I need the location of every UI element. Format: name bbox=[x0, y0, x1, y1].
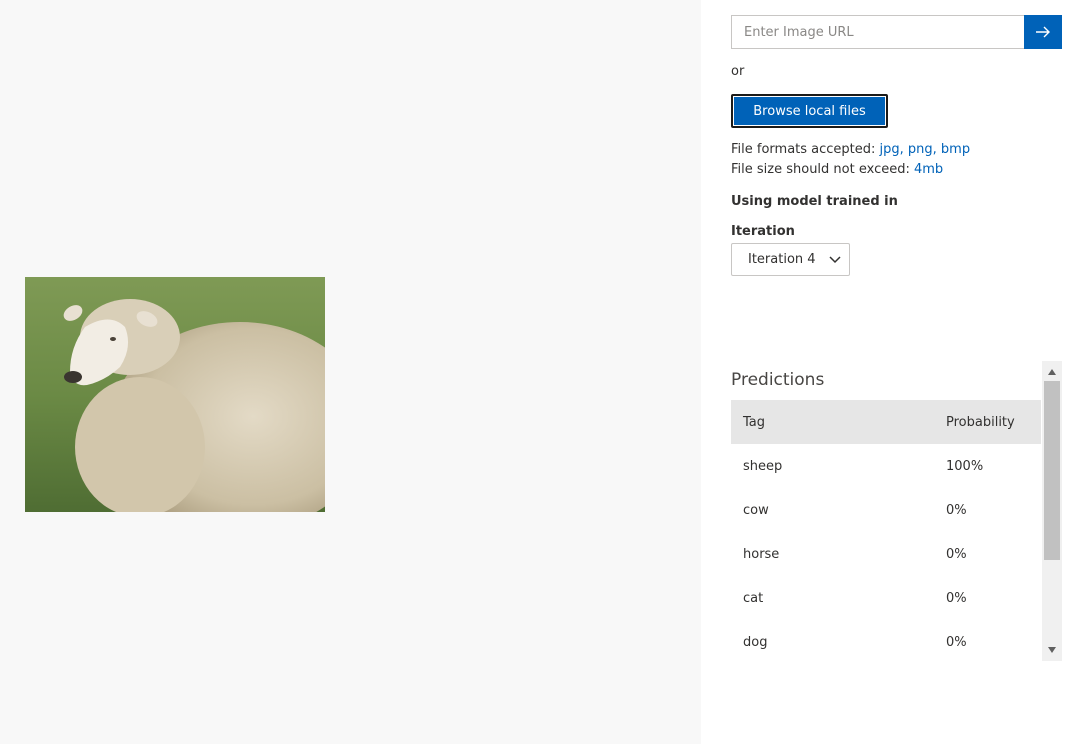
table-row: dog 0% bbox=[731, 620, 1041, 664]
iteration-selected: Iteration 4 bbox=[748, 252, 816, 267]
predictions-table: Tag Probability sheep 100% cow 0% horse … bbox=[731, 400, 1041, 664]
probability-cell: 0% bbox=[946, 502, 967, 518]
file-formats-info: File formats accepted: jpg, png, bmp bbox=[731, 142, 970, 157]
tag-cell: sheep bbox=[743, 458, 783, 474]
predictions-header: Tag Probability bbox=[731, 400, 1041, 444]
triangle-up-icon bbox=[1048, 369, 1056, 375]
file-size-value: 4mb bbox=[914, 162, 944, 177]
scroll-down-button[interactable] bbox=[1042, 641, 1062, 659]
tag-cell: horse bbox=[743, 546, 780, 562]
arrow-right-icon bbox=[1036, 26, 1050, 38]
table-row: horse 0% bbox=[731, 532, 1041, 576]
image-url-input[interactable] bbox=[731, 15, 1024, 49]
file-formats-value: jpg, png, bmp bbox=[879, 142, 971, 157]
browse-local-files-button[interactable]: Browse local files bbox=[731, 94, 888, 128]
chevron-down-icon bbox=[829, 256, 841, 264]
sheep-image bbox=[25, 277, 325, 512]
table-row: sheep 100% bbox=[731, 444, 1041, 488]
probability-cell: 0% bbox=[946, 634, 967, 650]
iteration-dropdown[interactable]: Iteration 4 bbox=[731, 243, 850, 276]
tag-cell: cat bbox=[743, 590, 764, 606]
image-url-row bbox=[731, 15, 1062, 49]
model-label: Using model trained in bbox=[731, 194, 898, 209]
probability-cell: 100% bbox=[946, 458, 984, 474]
file-size-label: File size should not exceed: bbox=[731, 162, 910, 177]
scroll-up-button[interactable] bbox=[1042, 363, 1062, 381]
probability-cell: 0% bbox=[946, 546, 967, 562]
column-header-probability: Probability bbox=[946, 414, 1015, 430]
controls-pane: or Browse local files File formats accep… bbox=[701, 0, 1089, 744]
column-header-tag: Tag bbox=[743, 414, 766, 430]
predictions-scrollbar[interactable] bbox=[1042, 361, 1062, 661]
file-size-info: File size should not exceed: 4mb bbox=[731, 162, 943, 177]
triangle-down-icon bbox=[1048, 647, 1056, 653]
iteration-label: Iteration bbox=[731, 224, 795, 239]
scroll-thumb[interactable] bbox=[1044, 381, 1060, 560]
image-preview-pane bbox=[0, 0, 701, 744]
tag-cell: dog bbox=[743, 634, 768, 650]
or-separator: or bbox=[731, 64, 745, 79]
url-submit-button[interactable] bbox=[1024, 15, 1062, 49]
table-row: cow 0% bbox=[731, 488, 1041, 532]
predictions-title: Predictions bbox=[731, 370, 825, 390]
file-formats-label: File formats accepted: bbox=[731, 142, 876, 157]
probability-cell: 0% bbox=[946, 590, 967, 606]
table-row: cat 0% bbox=[731, 576, 1041, 620]
tag-cell: cow bbox=[743, 502, 769, 518]
